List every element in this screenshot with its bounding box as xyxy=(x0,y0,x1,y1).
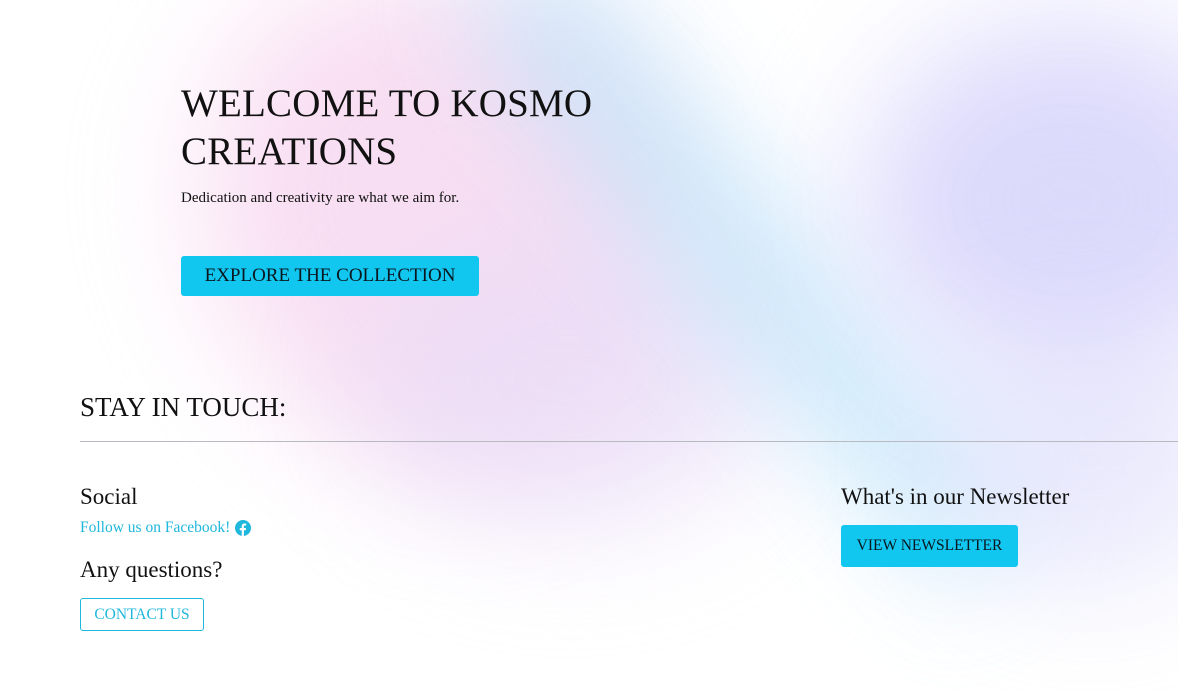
explore-collection-button[interactable]: EXPLORE THE COLLECTION xyxy=(181,256,479,296)
hero-tagline: Dedication and creativity are what we ai… xyxy=(181,190,460,206)
page-content: WELCOME TO KOSMO CREATIONS Dedication an… xyxy=(0,0,1178,692)
hero-section: WELCOME TO KOSMO CREATIONS Dedication an… xyxy=(181,80,701,207)
facebook-link-label: Follow us on Facebook! xyxy=(80,519,231,536)
newsletter-column: What's in our Newsletter VIEW NEWSLETTER xyxy=(841,484,1069,567)
facebook-icon xyxy=(235,520,252,536)
hero-title: WELCOME TO KOSMO CREATIONS xyxy=(181,82,593,173)
questions-heading: Any questions? xyxy=(80,557,223,582)
newsletter-heading: What's in our Newsletter xyxy=(841,484,1070,509)
view-newsletter-button[interactable]: VIEW NEWSLETTER xyxy=(841,525,1018,567)
contact-us-button[interactable]: CONTACT US xyxy=(80,598,204,631)
section-divider xyxy=(80,441,1178,442)
stay-in-touch-title: STAY IN TOUCH: xyxy=(80,392,287,422)
facebook-link[interactable]: Follow us on Facebook! xyxy=(80,519,252,537)
social-heading: Social xyxy=(80,484,138,509)
social-column: Social Follow us on Facebook! Any questi… xyxy=(80,484,252,631)
